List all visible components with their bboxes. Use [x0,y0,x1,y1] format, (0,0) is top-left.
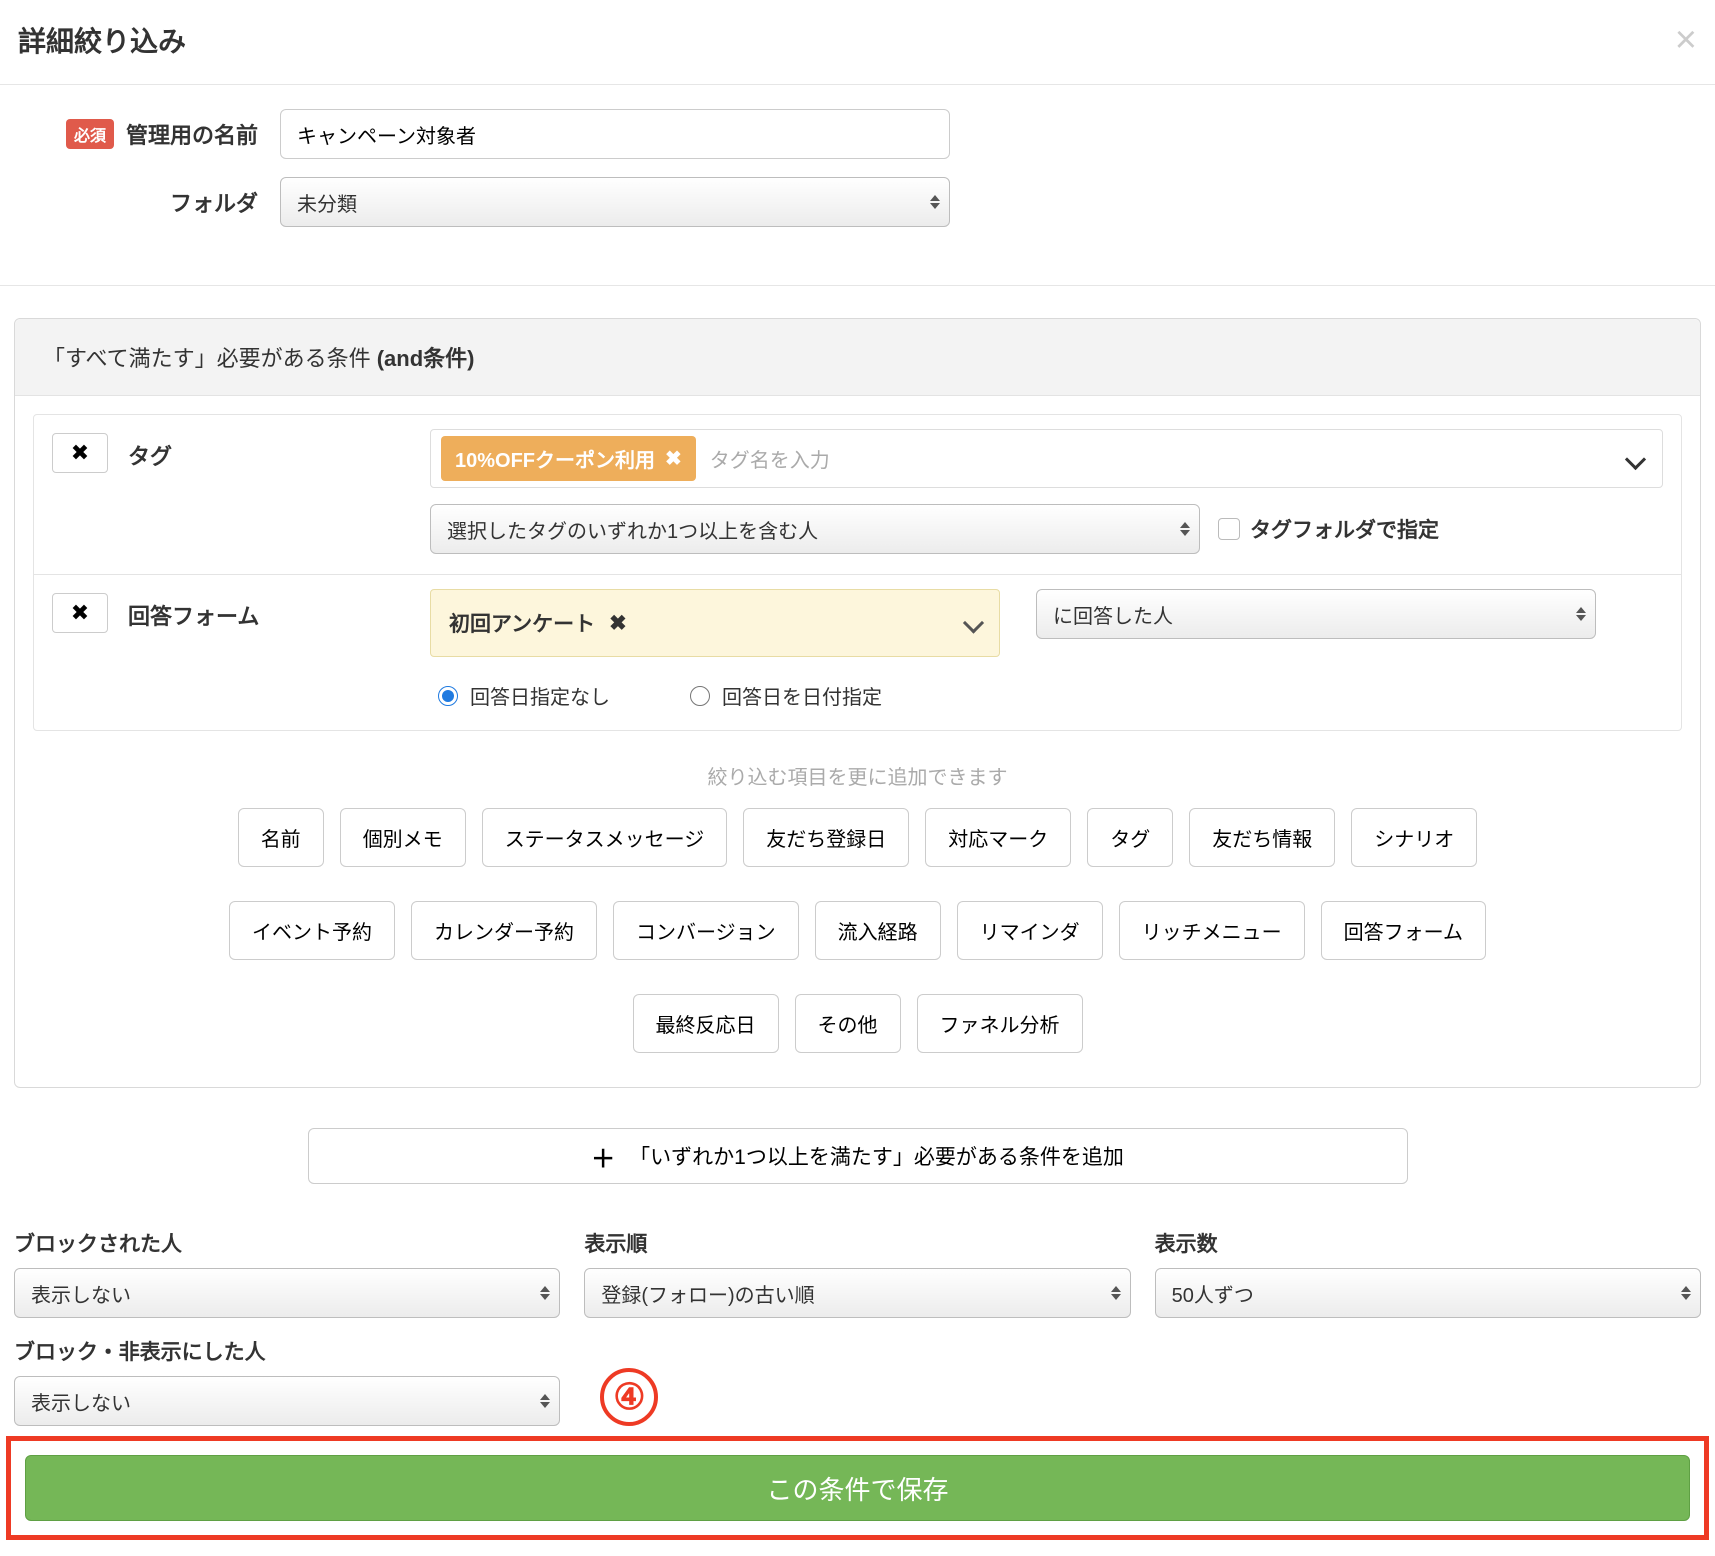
filter-item-pill[interactable]: 回答フォーム [1321,901,1486,960]
count-select[interactable]: 50人ずつ [1155,1268,1701,1318]
radio-specify-date[interactable]: 回答日を日付指定 [690,681,882,710]
blocked-value: 表示しない [31,1279,131,1308]
folder-select-value: 未分類 [297,188,357,217]
sort-value: 登録(フォロー)の古い順 [601,1279,814,1308]
and-header-suffix: (and条件) [377,346,475,371]
filter-item-pill[interactable]: 個別メモ [340,808,466,867]
hidden-label: ブロック・非表示にした人 [14,1336,560,1366]
add-or-label: 「いずれか1つ以上を満たす」必要がある条件を追加 [629,1141,1124,1171]
filter-item-pill[interactable]: リマインダ [957,901,1103,960]
tag-folder-label: タグフォルダで指定 [1250,514,1439,544]
filter-item-pill[interactable]: 友だち登録日 [743,808,909,867]
filter-item-pill[interactable]: シナリオ [1351,808,1477,867]
hidden-select[interactable]: 表示しない [14,1376,560,1426]
step-4-badge: ④ [600,1368,658,1426]
checkbox-icon [1218,518,1240,540]
save-button[interactable]: この条件で保存 [25,1455,1690,1521]
response-mode-value: に回答した人 [1053,600,1173,629]
radio-label-b: 回答日を日付指定 [722,681,882,710]
remove-survey-icon[interactable]: ✖ [609,611,627,636]
filter-item-pill[interactable]: 名前 [238,808,324,867]
more-hint: 絞り込む項目を更に追加できます [15,749,1700,808]
cond-label-form: 回答フォーム [128,593,259,631]
chevron-down-icon [966,616,981,631]
tag-mode-select[interactable]: 選択したタグのいずれか1つ以上を含む人 [430,504,1200,554]
sort-label: 表示順 [584,1228,1130,1258]
delete-form-cond-button[interactable]: ✖ [52,593,108,633]
chevron-down-icon[interactable] [1626,450,1644,468]
filter-item-pill[interactable]: 最終反応日 [633,994,779,1053]
blocked-select[interactable]: 表示しない [14,1268,560,1318]
filter-item-pill[interactable]: イベント予約 [229,901,395,960]
filter-item-pill[interactable]: タグ [1087,808,1173,867]
filter-item-pill[interactable]: コンバージョン [613,901,799,960]
radio-input[interactable] [438,686,458,706]
and-card-header: 「すべて満たす」必要がある条件 (and条件) [15,319,1700,396]
radio-no-date[interactable]: 回答日指定なし [438,681,610,710]
tag-mode-value: 選択したタグのいずれか1つ以上を含む人 [447,515,818,544]
sort-select[interactable]: 登録(フォロー)の古い順 [584,1268,1130,1318]
blocked-label: ブロックされた人 [14,1228,560,1258]
response-mode-select[interactable]: に回答した人 [1036,589,1596,639]
name-input[interactable] [280,109,950,159]
close-icon[interactable]: × [1675,21,1697,59]
tag-chip[interactable]: 10%OFFクーポン利用 ✖ [441,436,696,481]
folder-label: フォルダ [170,186,258,218]
radio-input[interactable] [690,686,710,706]
plus-icon: ＋ [591,1139,615,1174]
filter-item-pill[interactable]: 対応マーク [925,808,1071,867]
filter-item-pill[interactable]: リッチメニュー [1119,901,1305,960]
filter-item-pill[interactable]: 友だち情報 [1189,808,1335,867]
add-or-condition-button[interactable]: ＋ 「いずれか1つ以上を満たす」必要がある条件を追加 [308,1128,1408,1184]
tag-chip-label: 10%OFFクーポン利用 [455,444,655,473]
close-icon: ✖ [71,600,89,626]
count-label: 表示数 [1155,1228,1701,1258]
tag-placeholder: タグ名を入力 [710,444,830,473]
filter-item-pill[interactable]: その他 [795,994,901,1053]
save-highlight-frame: この条件で保存 [6,1436,1709,1540]
required-badge: 必須 [66,119,114,149]
count-value: 50人ずつ [1172,1279,1254,1308]
hidden-value: 表示しない [31,1387,131,1416]
filter-item-pill[interactable]: ファネル分析 [917,994,1083,1053]
filter-item-pill[interactable]: カレンダー予約 [411,901,597,960]
and-condition-card: 「すべて満たす」必要がある条件 (and条件) ✖ タグ 10%OFFクーポン利… [14,318,1701,1088]
remove-tag-icon[interactable]: ✖ [665,446,682,471]
survey-select[interactable]: 初回アンケート ✖ [430,589,1000,657]
radio-label-a: 回答日指定なし [470,681,610,710]
close-icon: ✖ [71,440,89,466]
filter-item-pill[interactable]: 流入経路 [815,901,941,960]
filter-item-pill[interactable]: ステータスメッセージ [482,808,728,867]
modal-title: 詳細絞り込み [18,20,186,60]
cond-label-tag: タグ [128,433,172,471]
tag-folder-checkbox[interactable]: タグフォルダで指定 [1218,514,1439,544]
tag-input-bar[interactable]: 10%OFFクーポン利用 ✖ タグ名を入力 [430,429,1663,488]
folder-select[interactable]: 未分類 [280,177,950,227]
survey-name: 初回アンケート [449,608,595,638]
and-header-prefix: 「すべて満たす」必要がある条件 [43,346,377,371]
name-label: 管理用の名前 [126,118,258,150]
delete-tag-cond-button[interactable]: ✖ [52,433,108,473]
